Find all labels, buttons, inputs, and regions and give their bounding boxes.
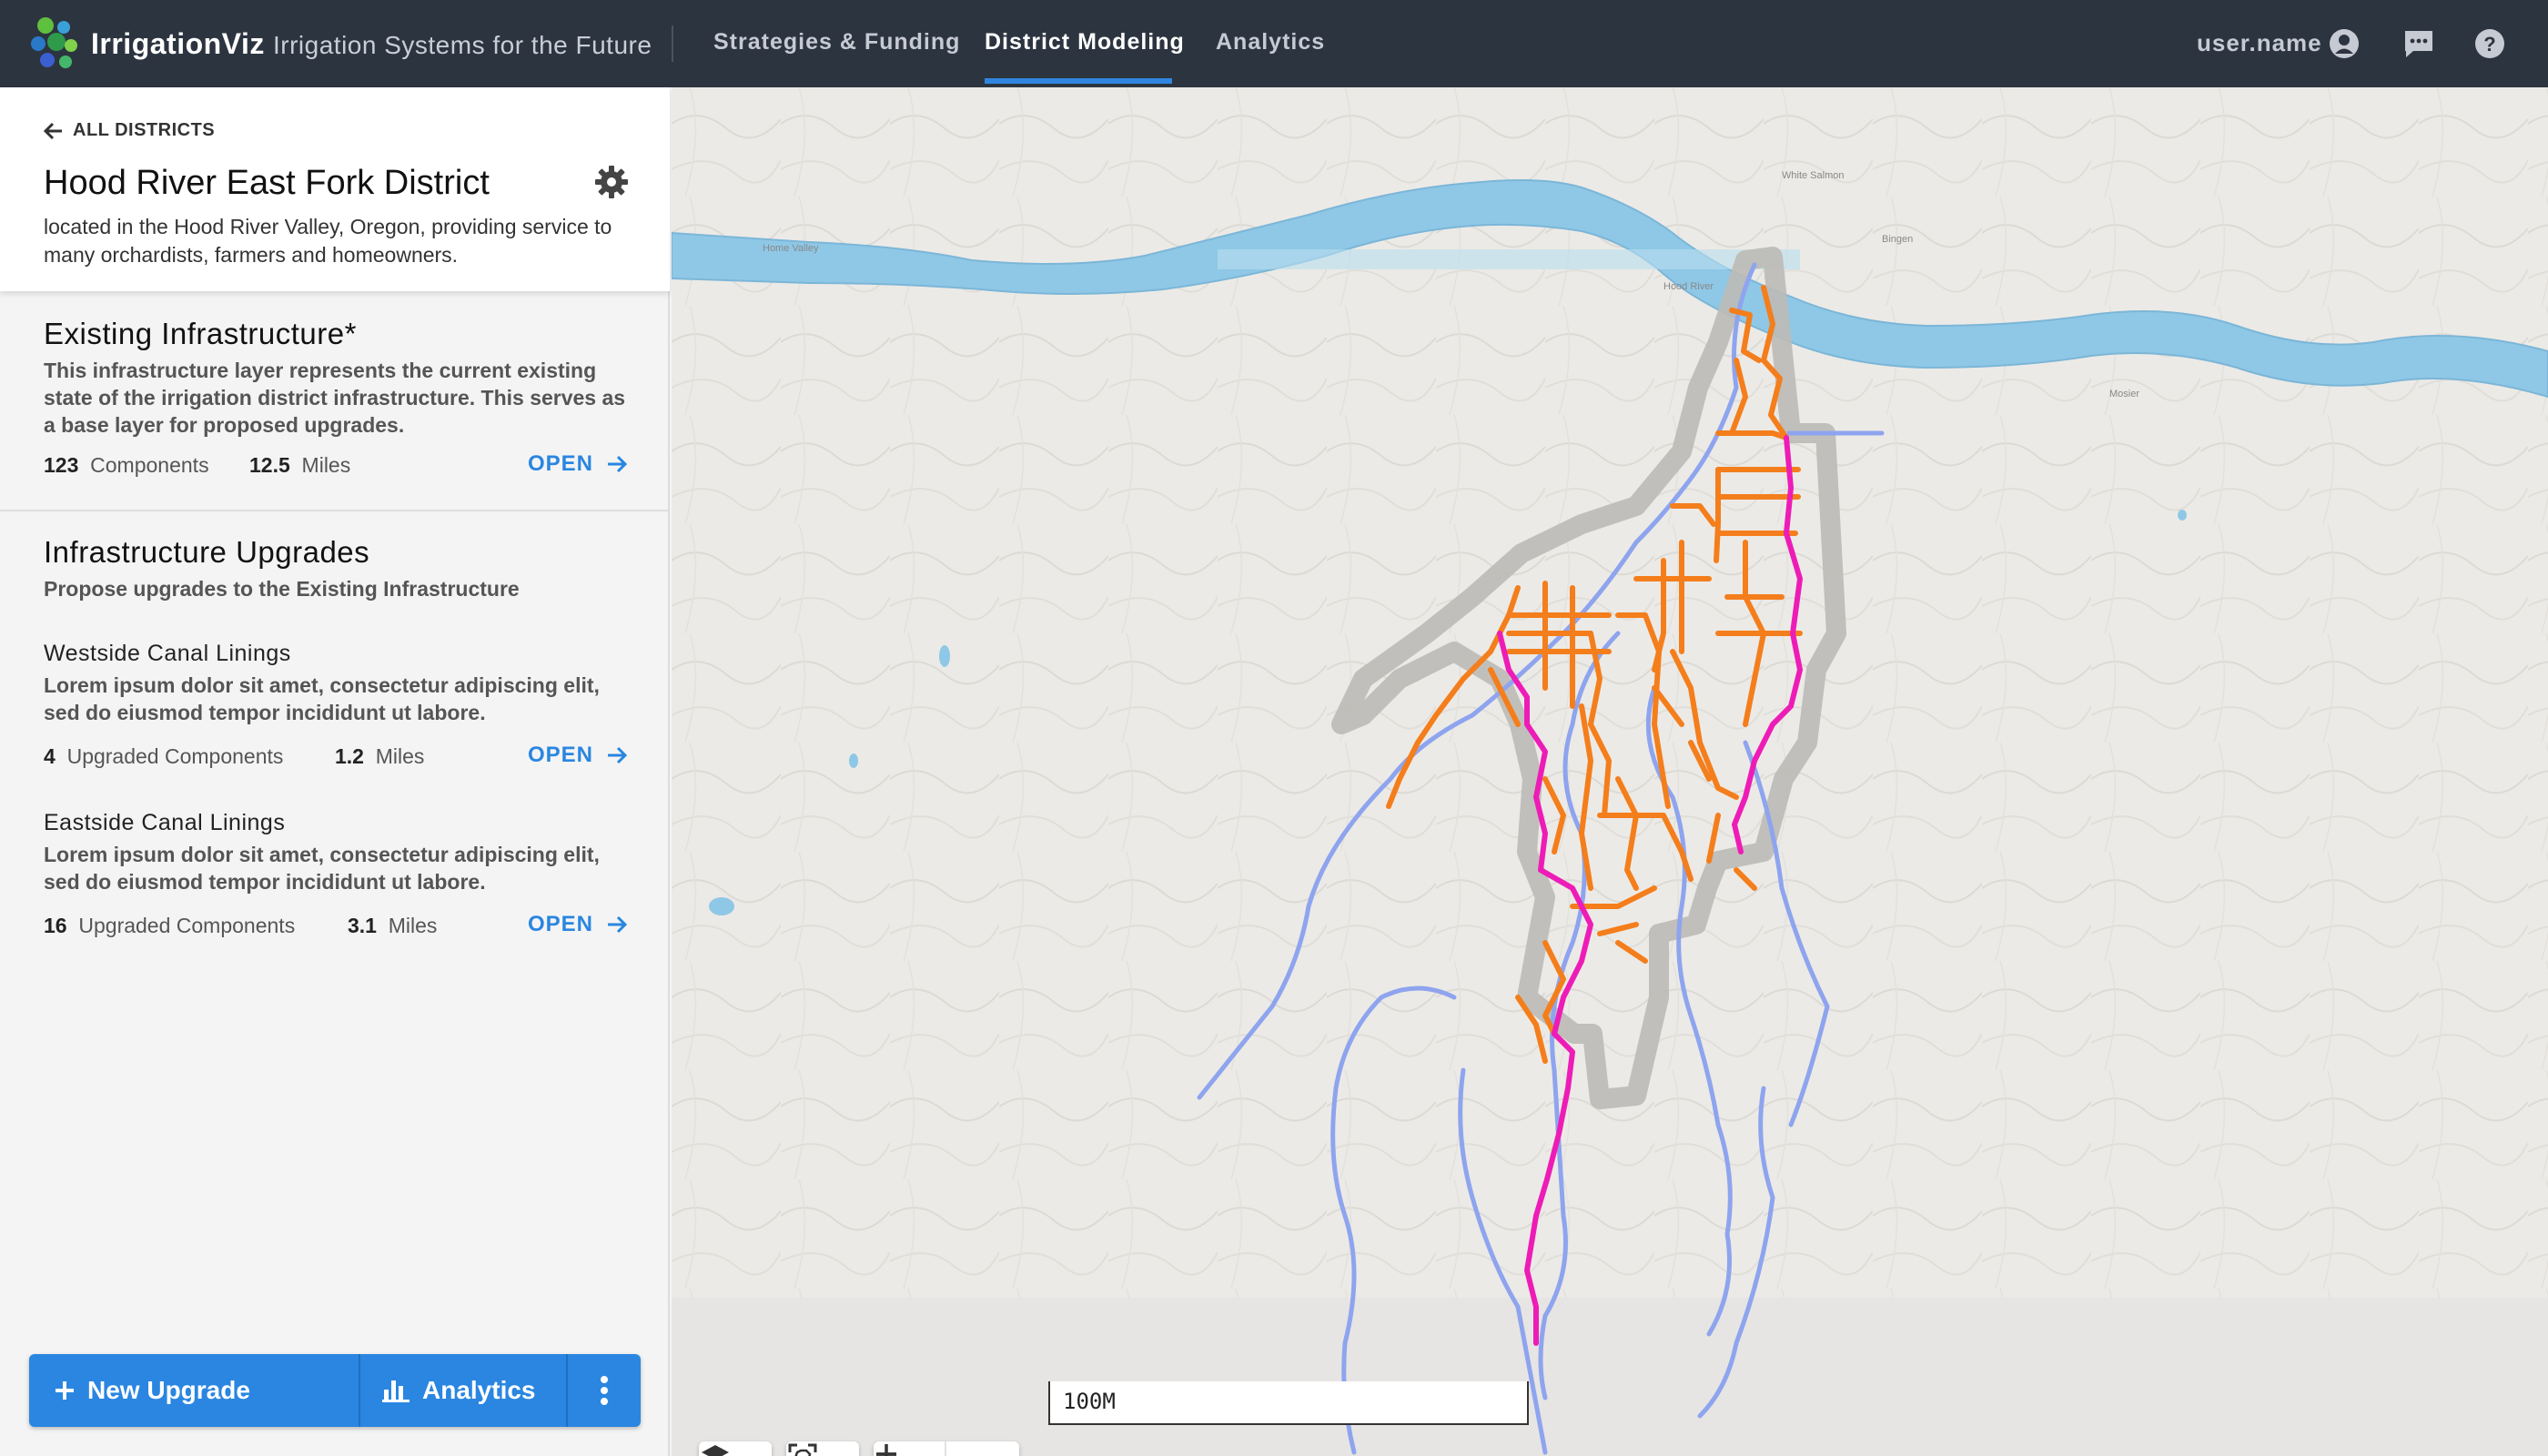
arrow-right-icon — [608, 915, 628, 934]
fit-extent-icon — [788, 1443, 817, 1456]
lake — [939, 645, 950, 667]
existing-infrastructure-description: This infrastructure layer represents the… — [44, 359, 626, 437]
river-highlight — [1218, 249, 1800, 269]
upgrade-components-label: Upgraded Components — [78, 914, 296, 937]
app-brand[interactable]: IrrigationViz — [91, 27, 265, 61]
all-districts-link[interactable]: ALL DISTRICTS — [44, 120, 215, 141]
district-header: ALL DISTRICTS Hood River East Fork Distr… — [0, 87, 670, 291]
top-bar: IrrigationViz Irrigation Systems for the… — [0, 0, 2548, 87]
action-separator — [359, 1354, 360, 1427]
open-label: OPEN — [528, 912, 594, 936]
user-icon[interactable] — [2328, 27, 2361, 60]
upgrade-components-value: 16 — [44, 914, 67, 937]
map-scale-bar: 100M — [1048, 1381, 1529, 1425]
infrastructure-upgrades-section: Infrastructure Upgrades Propose upgrades… — [0, 511, 670, 1057]
district-map[interactable]: White Salmon Bingen Hood River Mosier Ho… — [672, 87, 2548, 1456]
place-label-hood-river: Hood River — [1663, 281, 1714, 292]
arrow-left-icon — [44, 122, 62, 139]
header-divider — [672, 25, 673, 62]
nav-district-modeling[interactable]: District Modeling — [985, 29, 1185, 56]
place-label-mosier: Mosier — [2109, 389, 2139, 399]
open-eastside-canal-linings-button[interactable]: OPEN — [528, 912, 628, 937]
app-tagline: Irrigation Systems for the Future — [273, 31, 652, 59]
chat-icon[interactable] — [2402, 27, 2435, 60]
existing-components-stat: 123 Components — [44, 453, 209, 478]
map-canvas[interactable]: White Salmon Bingen Hood River Mosier Ho… — [672, 87, 2548, 1456]
place-label-bingen: Bingen — [1882, 234, 1913, 245]
upgrade-components-stat: 4 Upgraded Components — [44, 744, 283, 769]
existing-miles-label: Miles — [301, 453, 351, 477]
nav-analytics[interactable]: Analytics — [1216, 29, 1325, 56]
upgrade-components-label: Upgraded Components — [66, 744, 284, 768]
upgrade-miles-stat: 3.1 Miles — [348, 914, 437, 938]
open-label: OPEN — [528, 743, 594, 767]
all-districts-label: ALL DISTRICTS — [73, 120, 216, 140]
upgrade-item-title: Westside Canal Linings — [44, 641, 291, 666]
bar-chart-icon — [382, 1380, 410, 1402]
nav-strategies-funding[interactable]: Strategies & Funding — [713, 29, 960, 56]
user-name[interactable]: user.name — [2197, 29, 2322, 57]
upgrade-item-description: Lorem ipsum dolor sit amet, consectetur … — [44, 673, 600, 724]
district-title: Hood River East Fork District — [44, 164, 490, 202]
upgrade-item-title: Eastside Canal Linings — [44, 810, 286, 835]
lake — [709, 897, 734, 915]
lake — [2178, 510, 2187, 521]
analytics-button[interactable]: Analytics — [382, 1354, 564, 1427]
infrastructure-upgrades-description: Propose upgrades to the Existing Infrast… — [44, 577, 520, 601]
district-description: located in the Hood River Valley, Oregon… — [44, 215, 612, 267]
irrigationviz-logo-icon[interactable] — [29, 15, 80, 71]
minus-icon — [876, 1452, 896, 1456]
action-bar: New Upgrade Analytics — [29, 1354, 641, 1427]
gear-icon[interactable] — [593, 164, 630, 200]
upgrade-miles-value: 1.2 — [335, 744, 364, 768]
canal-path — [1714, 467, 1721, 563]
existing-miles-value: 12.5 — [249, 453, 290, 477]
upgrade-components-value: 4 — [44, 744, 56, 768]
open-existing-infrastructure-button[interactable]: OPEN — [528, 451, 628, 477]
arrow-right-icon — [608, 455, 628, 473]
active-tab-indicator — [985, 78, 1172, 84]
layers-button[interactable] — [699, 1441, 772, 1456]
more-options-button[interactable] — [568, 1354, 641, 1427]
analytics-label: Analytics — [422, 1376, 536, 1404]
svg-text:?: ? — [2483, 33, 2495, 56]
upgrade-miles-stat: 1.2 Miles — [335, 744, 424, 769]
map-bottom-area — [672, 1298, 2548, 1456]
open-westside-canal-linings-button[interactable]: OPEN — [528, 743, 628, 768]
upgrade-miles-value: 3.1 — [348, 914, 377, 937]
upgrade-miles-label: Miles — [375, 744, 425, 768]
zoom-out-button[interactable] — [876, 1441, 1019, 1456]
lake — [849, 753, 858, 768]
open-label: OPEN — [528, 451, 594, 476]
district-sidebar: ALL DISTRICTS Hood River East Fork Distr… — [0, 87, 670, 1456]
upgrade-miles-label: Miles — [388, 914, 438, 937]
new-upgrade-button[interactable]: New Upgrade — [53, 1354, 360, 1427]
fit-extent-button[interactable] — [786, 1441, 859, 1456]
layers-icon — [702, 1445, 729, 1456]
existing-components-value: 123 — [44, 453, 79, 477]
place-label-white-salmon: White Salmon — [1782, 170, 1844, 181]
existing-infrastructure-title: Existing Infrastructure* — [44, 317, 357, 350]
new-upgrade-label: New Upgrade — [87, 1376, 250, 1404]
arrow-right-icon — [608, 746, 628, 764]
existing-components-label: Components — [90, 453, 209, 477]
existing-miles-stat: 12.5 Miles — [249, 453, 350, 478]
zoom-control — [874, 1441, 1019, 1456]
more-vertical-icon — [601, 1376, 608, 1405]
place-label-home-valley: Home Valley — [763, 243, 819, 254]
infrastructure-upgrades-title: Infrastructure Upgrades — [44, 535, 370, 569]
help-icon[interactable]: ? — [2473, 27, 2506, 60]
upgrade-item-description: Lorem ipsum dolor sit amet, consectetur … — [44, 843, 600, 894]
plus-icon — [56, 1381, 74, 1400]
upgrade-components-stat: 16 Upgraded Components — [44, 914, 295, 938]
